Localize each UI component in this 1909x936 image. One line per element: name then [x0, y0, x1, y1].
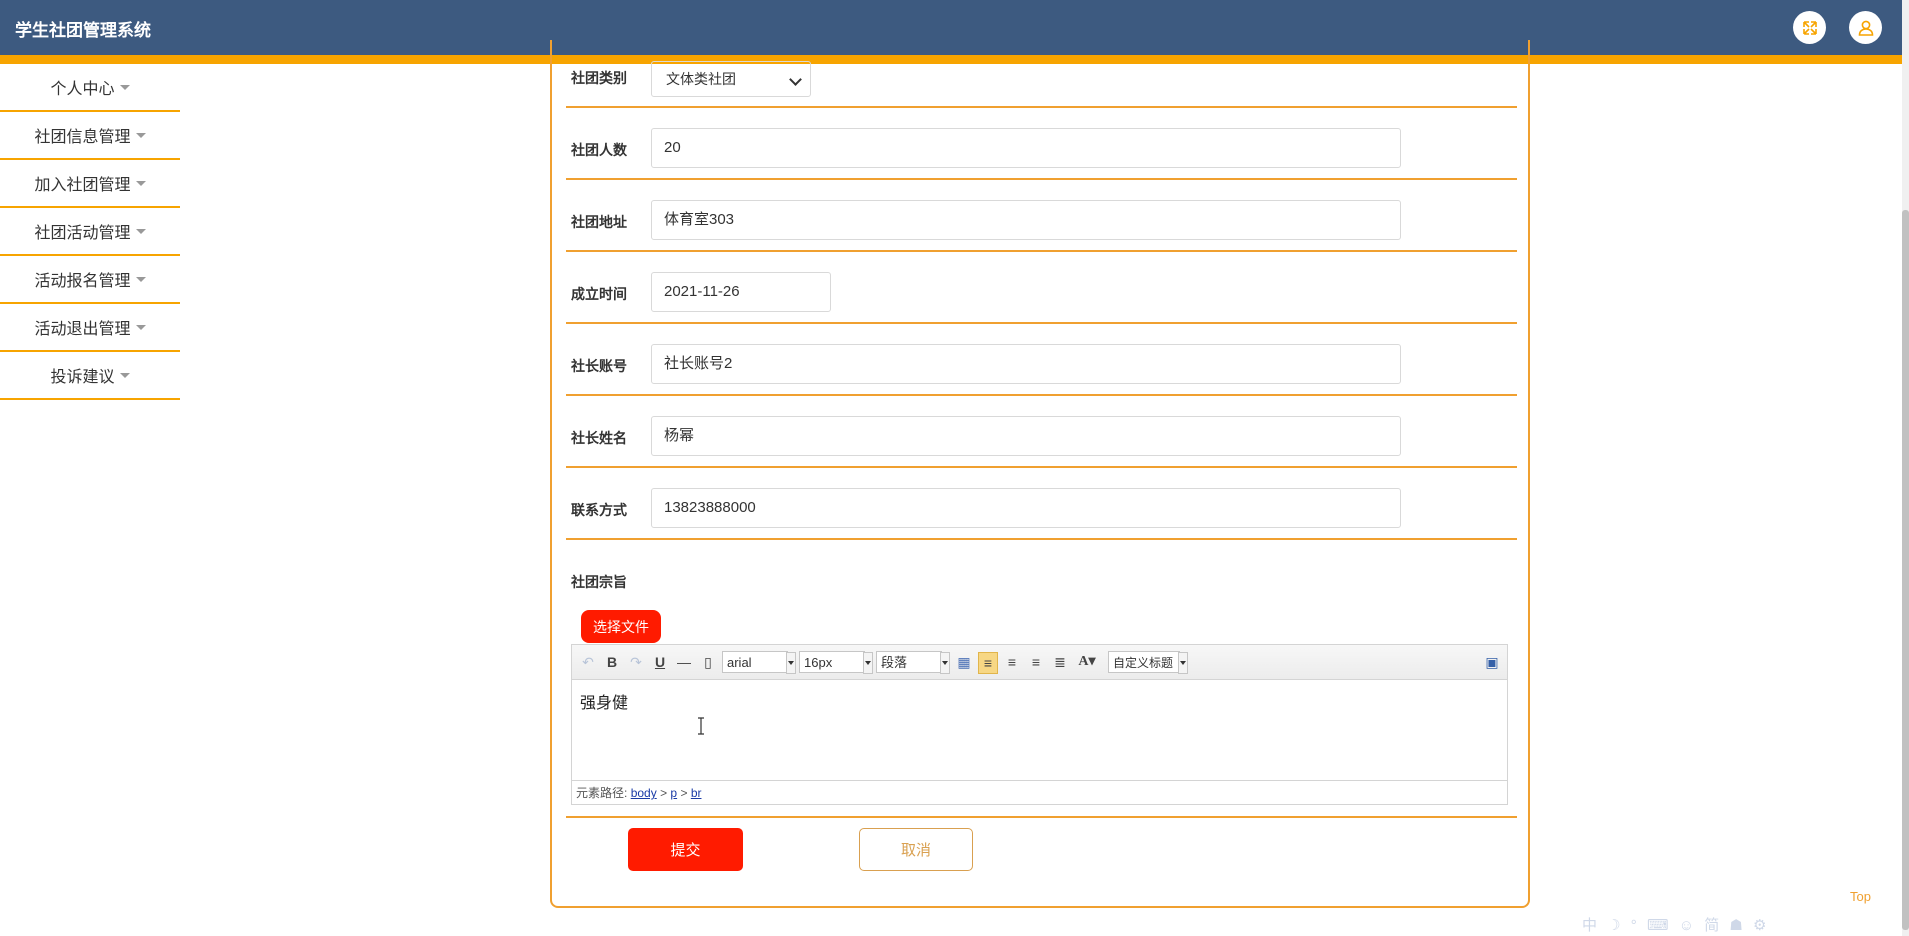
choose-file-button[interactable]: 选择文件: [581, 610, 661, 643]
caret-down-icon: [135, 180, 146, 186]
field-label: 成立时间: [571, 286, 627, 302]
sidebar-item-activity-exit[interactable]: 活动退出管理: [0, 304, 180, 352]
sidebar-item-activity-signup[interactable]: 活动报名管理: [0, 256, 180, 304]
ime-toolbar[interactable]: 中 ☽ ° ⌨ ☺ 简 ☗ ⚙: [1582, 914, 1769, 935]
user-button[interactable]: [1849, 11, 1882, 44]
sidebar-item-label: 投诉建议: [50, 369, 115, 386]
path-link-br[interactable]: br: [691, 786, 702, 800]
document-icon[interactable]: ▯: [700, 652, 716, 672]
font-color-icon[interactable]: A▾: [1076, 652, 1098, 672]
leader-name-input[interactable]: 杨幂: [651, 416, 1401, 456]
path-separator: >: [680, 786, 688, 800]
editor-toolbar: ↶ B ↷ U — ▯ arial 16px 段落 ▦ ≡ ≡ ≡ ≣ A▾ 自…: [572, 645, 1507, 680]
form-row-address: 社团地址 体育室303: [566, 180, 1517, 252]
field-label: 社长姓名: [571, 430, 627, 446]
fullscreen-icon: [1802, 20, 1817, 35]
sidebar-item-label: 加入社团管理: [34, 177, 131, 194]
contact-input[interactable]: 13823888000: [651, 488, 1401, 528]
field-label: 社团宗旨: [571, 574, 627, 590]
table-icon[interactable]: ▦: [956, 652, 972, 672]
sidebar-item-club-info[interactable]: 社团信息管理: [0, 112, 180, 160]
element-path-bar: 元素路径: body > p > br: [572, 780, 1507, 804]
field-label: 社团人数: [571, 142, 627, 158]
caret-down-icon: [135, 324, 146, 330]
undo-icon[interactable]: ↶: [580, 652, 596, 672]
category-select[interactable]: 文体类社团: [651, 61, 811, 97]
form-row-leader-name: 社长姓名 杨幂: [566, 396, 1517, 468]
field-label: 社团类别: [571, 70, 627, 86]
sidebar-item-label: 个人中心: [50, 81, 115, 98]
user-icon: [1858, 20, 1873, 36]
cancel-button[interactable]: 取消: [859, 828, 973, 871]
sidebar-item-club-activity[interactable]: 社团活动管理: [0, 208, 180, 256]
form-row-founded: 成立时间 2021-11-26: [566, 252, 1517, 324]
chevron-down-icon: [789, 73, 802, 86]
bold-icon[interactable]: B: [604, 652, 620, 672]
sidebar-item-complaints[interactable]: 投诉建议: [0, 352, 180, 400]
paragraph-value: 段落: [881, 655, 908, 670]
address-input[interactable]: 体育室303: [651, 200, 1401, 240]
form-row-members: 社团人数 20: [566, 108, 1517, 180]
field-label: 社团地址: [571, 214, 627, 230]
category-select-value: 文体类社团: [666, 71, 736, 87]
caret-down-icon: [119, 372, 130, 378]
sidebar-item-personal-center[interactable]: 个人中心: [0, 64, 180, 112]
underline-icon[interactable]: U: [652, 652, 668, 672]
caret-down-icon: [135, 132, 146, 138]
horizontal-rule-icon[interactable]: —: [676, 652, 692, 672]
dropdown-arrow-icon: [1178, 652, 1188, 674]
leader-account-input[interactable]: 社长账号2: [651, 344, 1401, 384]
caret-down-icon: [135, 276, 146, 282]
path-separator: >: [660, 786, 668, 800]
back-to-top-link[interactable]: Top: [1850, 889, 1871, 904]
path-link-p[interactable]: p: [670, 786, 677, 800]
font-size-value: 16px: [804, 655, 833, 670]
app-title: 学生社团管理系统: [15, 21, 151, 40]
redo-icon[interactable]: ↷: [628, 652, 644, 672]
text-cursor-icon: [698, 717, 704, 735]
members-input[interactable]: 20: [651, 128, 1401, 168]
form-row-contact: 联系方式 13823888000: [566, 468, 1517, 540]
path-label: 元素路径:: [576, 786, 628, 800]
submit-button[interactable]: 提交: [628, 828, 743, 871]
sidebar-item-join-club[interactable]: 加入社团管理: [0, 160, 180, 208]
custom-title-value: 自定义标题: [1113, 656, 1174, 670]
custom-title-select[interactable]: 自定义标题: [1108, 651, 1188, 674]
path-link-body[interactable]: body: [631, 786, 657, 800]
sidebar: 个人中心 社团信息管理 加入社团管理 社团活动管理 活动报名管理 活动退出管理 …: [0, 64, 180, 400]
align-center-icon[interactable]: ≡: [1028, 652, 1044, 672]
dropdown-arrow-icon: [786, 652, 796, 674]
form-row-category: 社团类别 文体类社团: [566, 61, 1517, 108]
fullscreen-button[interactable]: [1793, 11, 1826, 44]
form-row-leader-account: 社长账号 社长账号2: [566, 324, 1517, 396]
paragraph-select[interactable]: 段落: [876, 651, 950, 674]
sidebar-item-label: 活动退出管理: [34, 321, 131, 338]
align-right-icon[interactable]: ≡: [1004, 652, 1020, 672]
align-left-icon[interactable]: ≡: [978, 652, 998, 674]
font-family-select[interactable]: arial: [722, 651, 796, 674]
caret-down-icon: [135, 228, 146, 234]
scrollbar-thumb[interactable]: [1902, 210, 1909, 930]
field-label: 社长账号: [571, 358, 627, 374]
dropdown-arrow-icon: [940, 652, 950, 674]
source-code-icon[interactable]: ▣: [1484, 652, 1500, 672]
font-size-select[interactable]: 16px: [799, 651, 873, 674]
align-justify-icon[interactable]: ≣: [1052, 652, 1068, 672]
founded-date-input[interactable]: 2021-11-26: [651, 272, 831, 312]
editor-content[interactable]: 强身健: [580, 689, 628, 713]
sidebar-item-label: 社团活动管理: [34, 225, 131, 242]
sidebar-item-label: 活动报名管理: [34, 273, 131, 290]
sidebar-item-label: 社团信息管理: [34, 129, 131, 146]
field-label: 联系方式: [571, 502, 627, 518]
rich-text-editor: ↶ B ↷ U — ▯ arial 16px 段落 ▦ ≡ ≡ ≡ ≣ A▾ 自…: [571, 644, 1508, 805]
font-family-value: arial: [727, 655, 752, 670]
caret-down-icon: [119, 84, 130, 90]
dropdown-arrow-icon: [863, 652, 873, 674]
